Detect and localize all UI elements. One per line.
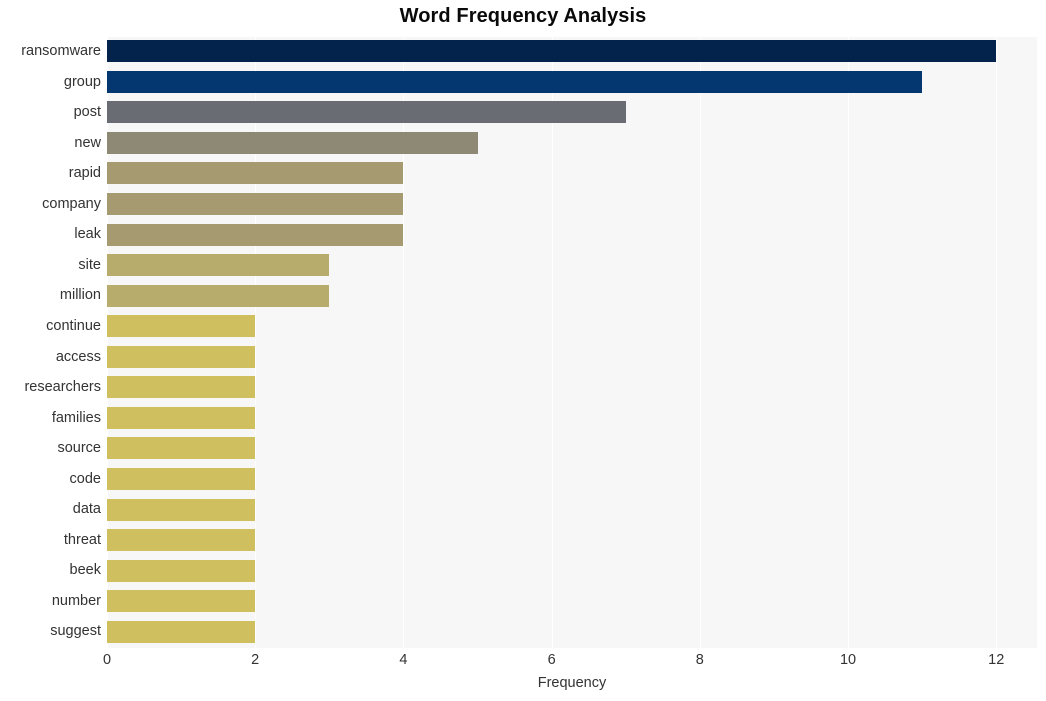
bar-row <box>107 587 1037 616</box>
bar-row <box>107 281 1037 310</box>
y-axis-tick-labels: ransomware group post new rapid company leak si… <box>0 37 101 648</box>
bar-threat[interactable] <box>107 529 256 552</box>
bar-row <box>107 434 1037 463</box>
bar-code[interactable] <box>107 467 256 490</box>
bar-access[interactable] <box>107 345 256 368</box>
bar-company[interactable] <box>107 193 404 216</box>
y-tick-label-suggest: suggest <box>50 623 101 640</box>
bar-data[interactable] <box>107 498 256 521</box>
x-axis-title: Frequency <box>537 675 607 691</box>
y-tick-label-site: site <box>78 256 101 273</box>
bar-site[interactable] <box>107 254 330 277</box>
bar-row <box>107 495 1037 524</box>
bar-row <box>107 159 1037 188</box>
y-tick-label-source: source <box>57 440 101 457</box>
bar-new[interactable] <box>107 131 478 154</box>
x-tick-label-12: 12 <box>988 652 1005 668</box>
x-tick-label-2: 2 <box>251 652 260 668</box>
bar-million[interactable] <box>107 284 330 307</box>
bar-row <box>107 465 1037 494</box>
x-tick-label-6: 6 <box>547 652 556 668</box>
y-tick-label-researchers: researchers <box>24 379 101 396</box>
x-axis-tick-labels: 0 2 4 6 8 10 12 <box>103 652 1037 674</box>
bar-post[interactable] <box>107 101 626 124</box>
bar-row <box>107 98 1037 127</box>
bar-row <box>107 617 1037 646</box>
bar-researchers[interactable] <box>107 376 256 399</box>
y-tick-label-post: post <box>73 104 101 121</box>
bar-ransomware[interactable] <box>107 40 997 63</box>
bar-series <box>107 37 1037 648</box>
y-tick-label-million: million <box>59 287 101 304</box>
bar-continue[interactable] <box>107 315 256 338</box>
bar-leak[interactable] <box>107 223 404 246</box>
y-tick-label-company: company <box>42 195 101 212</box>
y-tick-label-number: number <box>51 592 101 609</box>
bar-suggest[interactable] <box>107 620 256 643</box>
y-tick-label-rapid: rapid <box>68 165 101 182</box>
bar-row <box>107 37 1037 66</box>
y-tick-label-threat: threat <box>63 531 101 548</box>
bar-row <box>107 251 1037 280</box>
y-tick-label-code: code <box>69 470 101 487</box>
plot-area <box>107 37 1037 648</box>
bar-row <box>107 343 1037 372</box>
bar-row <box>107 312 1037 341</box>
y-tick-label-data: data <box>72 501 101 518</box>
y-tick-label-leak: leak <box>74 226 101 243</box>
y-tick-label-access: access <box>55 348 101 365</box>
y-tick-label-families: families <box>51 409 101 426</box>
bar-beek[interactable] <box>107 559 256 582</box>
bar-row <box>107 556 1037 585</box>
bar-source[interactable] <box>107 437 256 460</box>
y-tick-label-ransomware: ransomware <box>21 43 101 59</box>
bar-row <box>107 129 1037 158</box>
bar-families[interactable] <box>107 406 256 429</box>
x-tick-label-8: 8 <box>695 652 704 668</box>
bar-row <box>107 404 1037 433</box>
bar-row <box>107 526 1037 555</box>
y-tick-label-continue: continue <box>46 317 101 334</box>
x-tick-label-10: 10 <box>839 652 857 668</box>
x-tick-label-0: 0 <box>102 652 112 668</box>
bar-row <box>107 220 1037 249</box>
y-tick-label-beek: beek <box>69 562 101 579</box>
y-tick-label-group: group <box>63 73 101 90</box>
bar-row <box>107 373 1037 402</box>
bar-group[interactable] <box>107 70 923 93</box>
x-tick-label-4: 4 <box>399 652 408 668</box>
bar-number[interactable] <box>107 590 256 613</box>
chart-title: Word Frequency Analysis <box>399 5 647 27</box>
word-frequency-chart: Word Frequency Analysis ransomware group p… <box>0 0 1046 701</box>
bar-row <box>107 68 1037 97</box>
y-tick-label-new: new <box>74 134 101 151</box>
bar-row <box>107 190 1037 219</box>
bar-rapid[interactable] <box>107 162 404 185</box>
